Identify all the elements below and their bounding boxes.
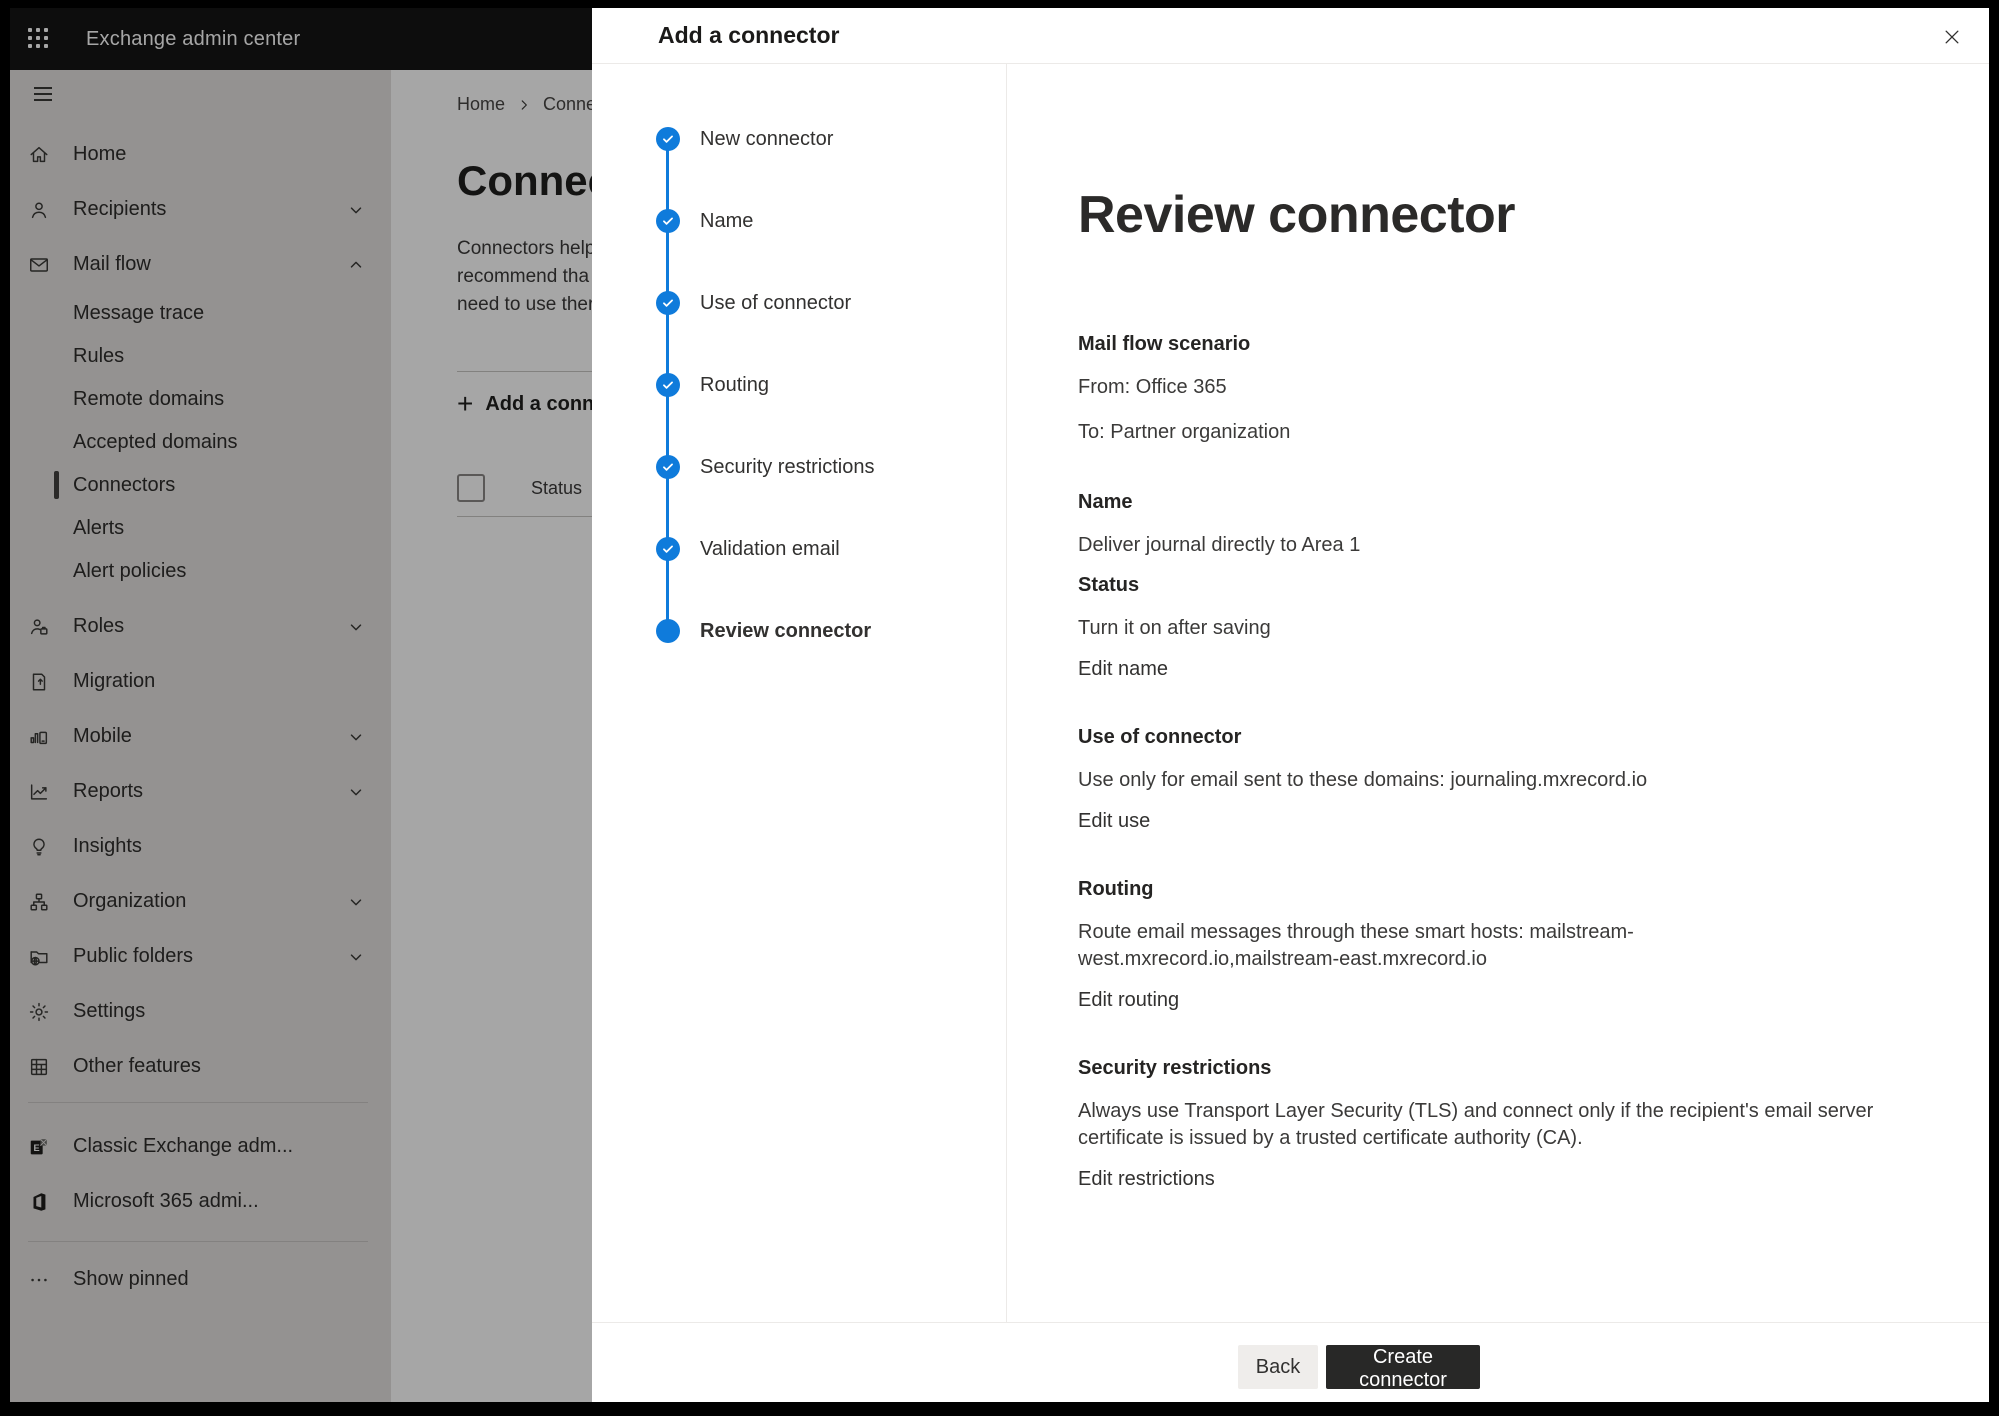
step-validation-email[interactable]: Validation email [592, 537, 1006, 561]
step-review-connector[interactable]: Review connector [592, 619, 1006, 643]
section-status: Status Turn it on after saving Edit name [1078, 573, 1886, 681]
security-restrictions-value: Always use Transport Layer Security (TLS… [1078, 1098, 1886, 1152]
edit-restrictions-link[interactable]: Edit restrictions [1078, 1168, 1215, 1191]
step-complete-check-icon [656, 127, 680, 151]
connector-name-value: Deliver journal directly to Area 1 [1078, 532, 1886, 559]
modal-header: Add a connector [592, 8, 1989, 64]
back-button[interactable]: Back [1238, 1345, 1318, 1389]
step-current-dot-icon [656, 619, 680, 643]
section-routing: Routing Route email messages through the… [1078, 877, 1886, 1012]
close-icon[interactable] [1937, 22, 1967, 52]
section-name: Name Deliver journal directly to Area 1 [1078, 490, 1886, 559]
section-mail-flow-scenario: Mail flow scenario From: Office 365 To: … [1078, 332, 1886, 446]
routing-value: Route email messages through these smart… [1078, 919, 1886, 973]
step-routing[interactable]: Routing [592, 373, 1006, 397]
step-use-of-connector[interactable]: Use of connector [592, 291, 1006, 315]
step-new-connector[interactable]: New connector [592, 127, 1006, 151]
edit-routing-link[interactable]: Edit routing [1078, 989, 1179, 1012]
step-name[interactable]: Name [592, 209, 1006, 233]
step-complete-check-icon [656, 537, 680, 561]
section-security-restrictions: Security restrictions Always use Transpo… [1078, 1056, 1886, 1191]
review-heading: Review connector [1078, 184, 1989, 246]
mail-flow-to: To: Partner organization [1078, 419, 1886, 446]
add-connector-modal: Add a connector New connector Name [592, 8, 1989, 1402]
section-use-of-connector: Use of connector Use only for email sent… [1078, 725, 1886, 833]
status-value: Turn it on after saving [1078, 615, 1886, 642]
wizard-stepper: New connector Name Use of connector Rout… [592, 64, 1007, 1322]
step-security-restrictions[interactable]: Security restrictions [592, 455, 1006, 479]
step-complete-check-icon [656, 373, 680, 397]
use-of-connector-value: Use only for email sent to these domains… [1078, 767, 1886, 794]
edit-name-link[interactable]: Edit name [1078, 658, 1168, 681]
step-complete-check-icon [656, 455, 680, 479]
modal-title: Add a connector [658, 22, 839, 49]
step-complete-check-icon [656, 291, 680, 315]
app-frame: Exchange admin center Home Recipients Ma… [10, 8, 1989, 1402]
mail-flow-from: From: Office 365 [1078, 374, 1886, 401]
edit-use-link[interactable]: Edit use [1078, 810, 1150, 833]
step-complete-check-icon [656, 209, 680, 233]
review-connector-panel: Review connector Mail flow scenario From… [1007, 64, 1989, 1322]
create-connector-button[interactable]: Create connector [1326, 1345, 1480, 1389]
modal-footer: Back Create connector [592, 1322, 1989, 1402]
